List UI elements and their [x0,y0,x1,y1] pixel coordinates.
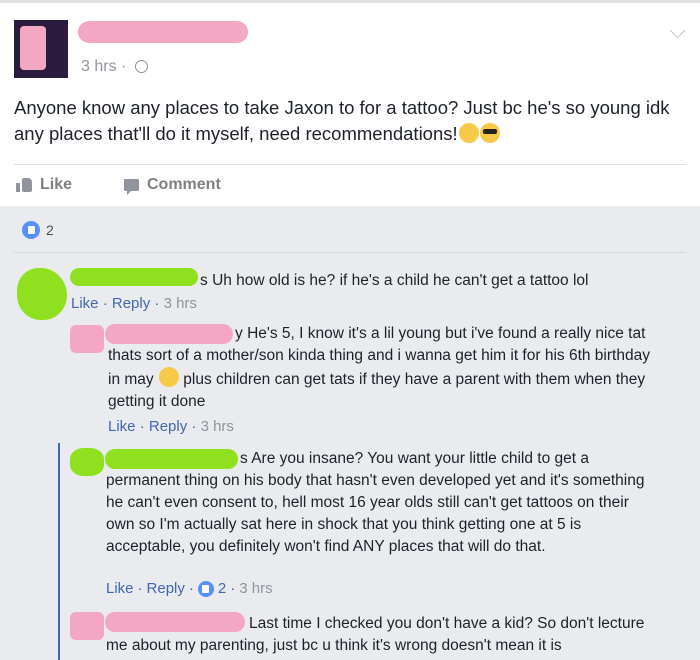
reaction-summary[interactable]: 2 [22,221,54,239]
comment-time[interactable]: 3 hrs [164,295,197,312]
commenter-avatar[interactable] [70,612,104,640]
commenter-avatar[interactable] [17,268,67,320]
like-reaction-icon [197,580,214,597]
comment-text: s Are you insane? You want your little c… [106,450,645,555]
post-text: Anyone know any places to take Jaxon to … [14,97,670,144]
sunglasses-emoji-icon [479,123,500,143]
comment-reply-link[interactable]: Reply [147,580,185,597]
like-button[interactable]: Like [16,176,72,194]
comment-text: s Uh how old is he? if he's a child he c… [200,272,589,289]
comment-text: Last time I checked you don't have a kid… [106,615,645,654]
author-avatar[interactable] [14,20,68,78]
post-time[interactable]: 3 hrs [81,58,117,75]
smiley-emoji-icon [158,367,179,387]
thumbs-up-icon [16,178,32,192]
comment-like-link[interactable]: Like [108,418,136,435]
comment-like-link[interactable]: Like [71,295,99,312]
comment-like-link[interactable]: Like [106,580,134,597]
reply-thread-line [58,443,60,660]
grinning-emoji-icon [458,123,479,143]
comment-text: y He's 5, I know it's a lil young but i'… [108,325,650,410]
like-reaction-icon [22,221,40,239]
comment-reply-link[interactable]: Reply [112,295,150,312]
commenter-avatar[interactable] [70,448,104,476]
post-meta: 3 hrs · [81,58,148,76]
comment-reply-link[interactable]: Reply [149,418,187,435]
divider [14,164,686,165]
comment-actions: Like · Reply · 3 hrs [108,418,234,435]
comment-time[interactable]: 3 hrs [239,580,272,597]
globe-icon [134,60,148,73]
comment-actions: Like · Reply · 3 hrs [71,295,197,312]
author-name-redacted[interactable] [78,21,248,43]
comment-icon [124,179,139,195]
comment-button[interactable]: Comment [124,176,221,195]
chevron-down-icon[interactable] [669,22,686,39]
commenter-avatar[interactable] [70,325,104,353]
comment-reaction-count[interactable]: 2 [218,580,226,597]
divider [14,252,686,253]
comment-actions: Like · Reply · 2 · 3 hrs [106,580,273,597]
post-card: 3 hrs · Anyone know any places to take J… [0,0,700,206]
commenter-name-redacted[interactable] [70,268,198,286]
comment-time[interactable]: 3 hrs [201,418,234,435]
